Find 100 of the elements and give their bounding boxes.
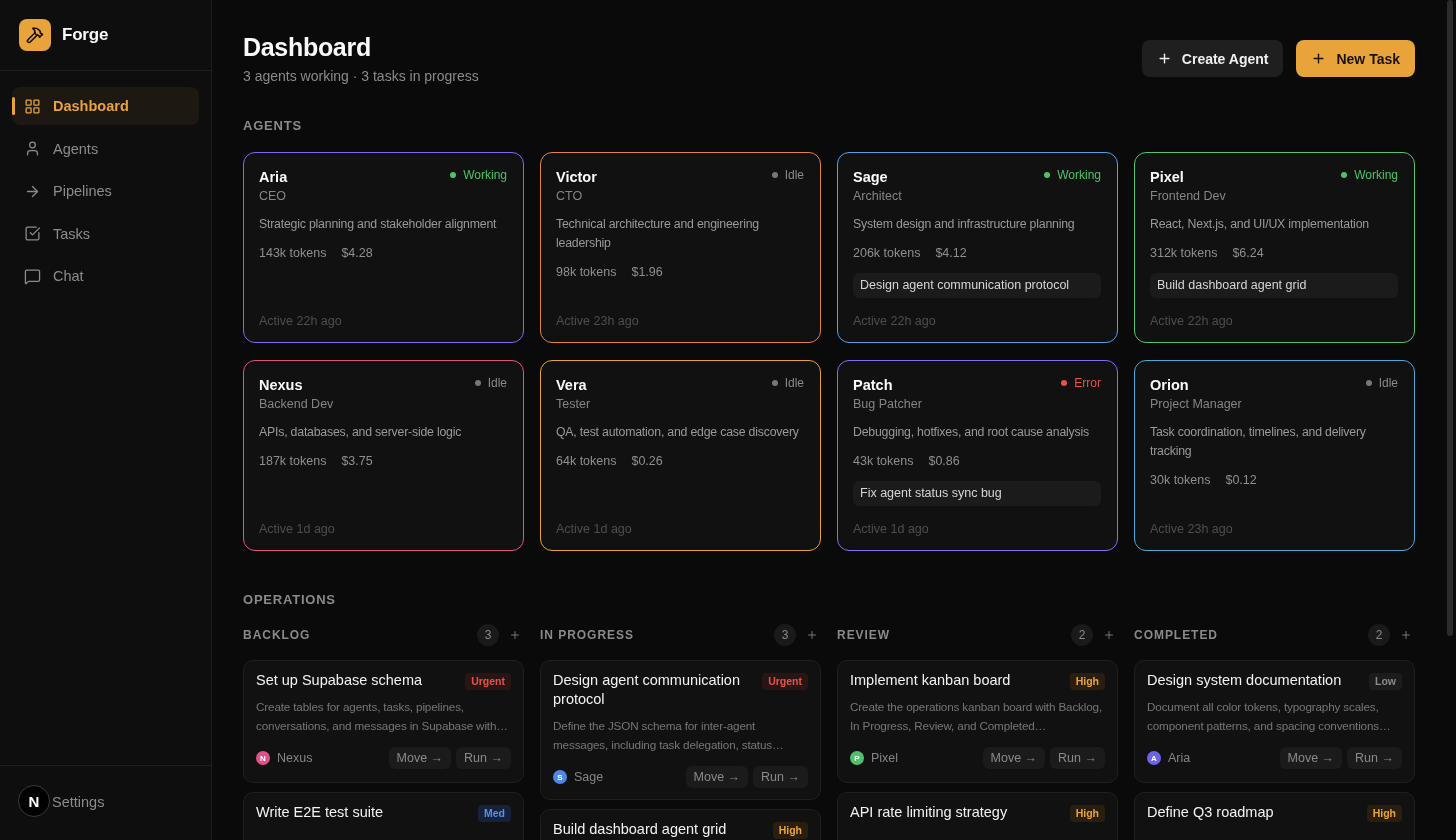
token-count: 30k tokens	[1150, 472, 1211, 489]
agent-card[interactable]: Patch Error Bug Patcher Debugging, hotfixes, and root cause analysis 43k tokens $0.86 Fix agent status sync bug Active 1d ago	[837, 360, 1118, 551]
task-title: Set up Supabase schema	[256, 671, 423, 690]
agent-description: System design and infrastructure planning	[853, 216, 1076, 233]
move-button[interactable]: Move →	[1279, 747, 1343, 769]
agent-role: Frontend Dev	[1150, 188, 1226, 205]
agent-card[interactable]: Victor Idle CTO Technical architecture and engineering leadership 98k tokens $1.96 Active 23h ago	[540, 152, 821, 343]
brand-name: Forge	[62, 25, 109, 45]
dev-indicator-button[interactable]: N	[18, 785, 50, 817]
nav-item[interactable]: Dashboard	[12, 87, 199, 125]
task-card[interactable]: Set up Supabase schema Urgent Create tables for agents, tasks, pipelines, conversations, and messages in Supabase with… N Nexus Move → Run →	[243, 660, 524, 783]
assignee-name: Aria	[1168, 751, 1191, 765]
token-count: 43k tokens	[853, 453, 914, 470]
cost-amount: $0.12	[1225, 472, 1257, 489]
agent-card[interactable]: Vera Idle Tester QA, test automation, and edge case discovery 64k tokens $0.26 Active 1d ago	[540, 360, 821, 551]
run-button[interactable]: Run →	[456, 747, 511, 769]
nav-item[interactable]: Pipelines	[12, 172, 199, 210]
task-count: 2	[1368, 624, 1390, 646]
task-card[interactable]: Write E2E test suite Med	[243, 792, 524, 840]
move-button[interactable]: Move →	[685, 766, 749, 788]
hammer-icon	[19, 19, 51, 51]
task-description: Define the JSON schema for inter-agent messages, including task delegation, status…	[553, 718, 785, 753]
last-active-time: Active 23h ago	[1150, 521, 1233, 538]
assignee-avatar: S	[553, 770, 567, 784]
agent-role: Tester	[556, 396, 591, 413]
create-agent-button[interactable]: Create Agent	[1141, 40, 1284, 77]
status-label: Error	[1074, 376, 1101, 390]
priority-tag: Med	[478, 805, 511, 822]
run-button[interactable]: Run →	[753, 766, 808, 788]
agent-description: Strategic planning and stakeholder alignment	[259, 216, 498, 233]
add-task-button[interactable]	[805, 628, 819, 642]
agent-card[interactable]: Aria Working CEO Strategic planning and stakeholder alignment 143k tokens $4.28 Active 22h ago	[243, 152, 524, 343]
task-title: Define Q3 roadmap	[1147, 803, 1274, 822]
move-button[interactable]: Move →	[982, 747, 1046, 769]
task-card[interactable]: Design agent communication protocol Urgent Define the JSON schema for inter-agent messages, including task delegation, status… S Sage Move → Run →	[540, 660, 821, 800]
page-subtitle: 3 agents working · 3 tasks in progress	[243, 67, 479, 86]
assignee-name: Sage	[574, 770, 604, 784]
agent-name: Sage	[853, 168, 888, 186]
task-card[interactable]: Implement kanban board High Create the operations kanban board with Backlog, In Progress, Review, and Completed… P Pixel Move → Run →	[837, 660, 1118, 783]
cost-amount: $1.96	[631, 264, 663, 281]
new-task-button[interactable]: New Task	[1296, 40, 1415, 77]
cost-amount: $6.24	[1232, 245, 1264, 262]
run-button[interactable]: Run →	[1050, 747, 1105, 769]
move-button[interactable]: Move →	[388, 747, 452, 769]
priority-tag: High	[772, 822, 808, 839]
agent-role: CTO	[556, 188, 583, 205]
agent-name: Vera	[556, 376, 587, 394]
settings-nav-item[interactable]: Settings	[52, 783, 105, 821]
priority-tag: Urgent	[762, 673, 808, 690]
plus-icon	[1400, 629, 1412, 641]
last-active-time: Active 22h ago	[259, 313, 342, 330]
scrollbar-thumb[interactable]	[1447, 0, 1453, 636]
agent-description: QA, test automation, and edge case discovery	[556, 424, 800, 441]
assignee-name: Pixel	[871, 751, 899, 765]
status-label: Working	[1354, 168, 1398, 182]
nav-item[interactable]: Agents	[12, 129, 199, 168]
status-label: Idle	[784, 168, 804, 182]
priority-tag: High	[1366, 805, 1402, 822]
add-task-button[interactable]	[508, 628, 522, 642]
cost-amount: $4.28	[341, 245, 373, 262]
task-title: Write E2E test suite	[256, 803, 384, 822]
task-title: Implement kanban board	[850, 671, 1011, 690]
agent-name: Aria	[259, 168, 288, 186]
last-active-time: Active 23h ago	[556, 313, 639, 330]
task-card[interactable]: Build dashboard agent grid High	[540, 809, 821, 840]
assignee-avatar: N	[256, 751, 270, 765]
column-title: IN PROGRESS	[540, 628, 634, 642]
token-count: 187k tokens	[259, 453, 327, 470]
add-task-button[interactable]	[1102, 628, 1116, 642]
agent-card[interactable]: Orion Idle Project Manager Task coordination, timelines, and delivery tracking 30k tokens $0.12 Active 23h ago	[1134, 360, 1415, 551]
cost-amount: $3.75	[341, 453, 373, 470]
task-card[interactable]: API rate limiting strategy High	[837, 792, 1118, 840]
nav-item[interactable]: Chat	[12, 257, 199, 295]
task-card[interactable]: Design system documentation Low Document all color tokens, typography scales, component patterns, and spacing conventions… A Aria Move → Run →	[1134, 660, 1415, 783]
plus-icon	[509, 629, 521, 641]
agent-description: React, Next.js, and UI/UX implementation	[1150, 216, 1370, 233]
agent-description: Task coordination, timelines, and delivery tracking	[1150, 424, 1367, 460]
agent-name: Orion	[1150, 376, 1189, 394]
cost-amount: $0.26	[631, 453, 663, 470]
nav-item[interactable]: Tasks	[12, 214, 199, 253]
agent-card[interactable]: Pixel Working Frontend Dev React, Next.js, and UI/UX implementation 312k tokens $6.24 Build dashboard agent grid Active 22h ago	[1134, 152, 1415, 343]
page-title: Dashboard	[243, 33, 372, 61]
task-card[interactable]: Define Q3 roadmap High	[1134, 792, 1415, 840]
current-task: Build dashboard agent grid	[1150, 273, 1398, 298]
task-title: Design system documentation	[1147, 671, 1342, 690]
run-button[interactable]: Run →	[1347, 747, 1402, 769]
last-active-time: Active 1d ago	[259, 521, 335, 538]
token-count: 206k tokens	[853, 245, 921, 262]
agent-card[interactable]: Nexus Idle Backend Dev APIs, databases, and server-side logic 187k tokens $3.75 Active 1d ago	[243, 360, 524, 551]
token-count: 312k tokens	[1150, 245, 1218, 262]
task-title: API rate limiting strategy	[850, 803, 1008, 822]
priority-tag: Low	[1369, 673, 1402, 690]
add-task-button[interactable]	[1399, 628, 1413, 642]
plus-icon	[806, 629, 818, 641]
assignee-avatar: P	[850, 751, 864, 765]
agent-card[interactable]: Sage Working Architect System design and infrastructure planning 206k tokens $4.12 Design agent communication protocol Active 22h ago	[837, 152, 1118, 343]
agent-name: Victor	[556, 168, 597, 186]
grid-icon	[24, 97, 41, 115]
assignee-name: Nexus	[277, 751, 313, 765]
agent-role: Architect	[853, 188, 902, 205]
